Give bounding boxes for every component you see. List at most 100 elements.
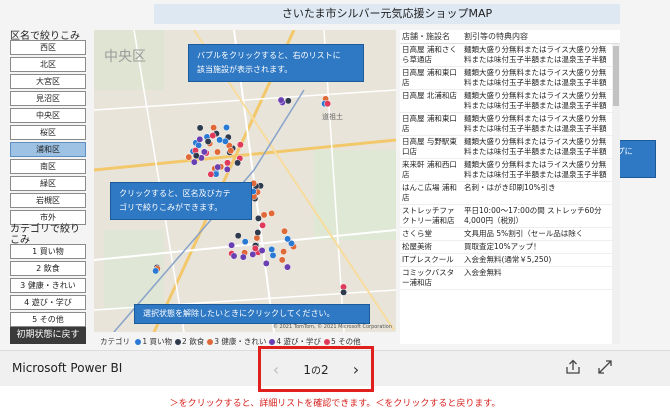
map-bubble[interactable] <box>234 232 242 240</box>
shop-name-cell[interactable]: さくら堂 <box>400 228 462 240</box>
map-bubble[interactable] <box>277 96 285 104</box>
map-bubble[interactable] <box>241 238 249 246</box>
previous-page-button[interactable]: ‹ <box>268 360 284 379</box>
map-bubble[interactable] <box>190 158 198 166</box>
map-bubble[interactable] <box>269 251 277 259</box>
map-bubble[interactable] <box>192 152 200 160</box>
category-button[interactable]: 2 飲食 <box>10 261 86 276</box>
shop-name-cell[interactable]: 日高屋 浦和さくら草通店 <box>400 44 462 66</box>
legend-item[interactable]: 5 その他 <box>331 337 361 346</box>
map-bubble[interactable] <box>230 252 238 260</box>
map-bubble[interactable] <box>200 148 208 156</box>
map-bubble[interactable] <box>209 132 217 140</box>
table-row[interactable]: ストレッチファクトリー浦和店 平日10:00～17:00の間 ストレッチ60分4,… <box>400 205 620 228</box>
shop-name-cell[interactable]: 日高屋 北浦和店 <box>400 90 462 112</box>
category-button[interactable]: 1 買い物 <box>10 244 86 259</box>
map-bubble[interactable] <box>223 124 230 131</box>
map-bubble[interactable] <box>221 137 229 145</box>
table-row[interactable]: コミックバスター浦和店 入会金無料 <box>400 267 620 290</box>
shop-name-cell[interactable]: ストレッチファクトリー浦和店 <box>400 205 462 227</box>
map-bubble[interactable] <box>236 141 244 149</box>
shop-name-cell[interactable]: ITプレスクール <box>400 254 462 266</box>
map-bubble[interactable] <box>207 170 215 178</box>
table-row[interactable]: 来来軒 浦和西口店 麺類大盛り分無料またはライス大盛り分無料または味付玉子半額また… <box>400 159 620 182</box>
scrollbar-thumb[interactable] <box>613 46 619 106</box>
map-bubble[interactable] <box>249 250 257 258</box>
table-row[interactable]: 日高屋 北浦和店 麺類大盛り分無料またはライス大盛り分無料または味付玉子半額または… <box>400 90 620 113</box>
reset-button[interactable]: 初期状態に戻す <box>10 327 86 344</box>
legend-item[interactable]: 4 遊び・学び <box>276 337 321 346</box>
ward-button[interactable]: 中央区 <box>10 108 86 123</box>
legend-item[interactable]: 1 買い物 <box>142 337 172 346</box>
table-row[interactable]: 松屋美術 買取査定10%アップ！ <box>400 241 620 254</box>
map-bubble[interactable] <box>216 136 224 144</box>
ward-button[interactable]: 桜区 <box>10 125 86 140</box>
map-bubble[interactable] <box>214 148 221 156</box>
ward-button[interactable]: 見沼区 <box>10 91 86 106</box>
map-bubble[interactable] <box>224 159 231 167</box>
shop-name-cell[interactable]: 日高屋 与野駅東口店 <box>400 136 462 158</box>
table-row[interactable]: 日高屋 与野駅東口店 麺類大盛り分無料またはライス大盛り分無料または味付玉子半額ま… <box>400 136 620 159</box>
shop-name-cell[interactable]: 日高屋 浦和東口店 <box>400 113 462 135</box>
column-header-benefit[interactable]: 割引等の特典内容 <box>462 30 610 43</box>
table-scrollbar[interactable] <box>612 44 620 344</box>
map-bubble[interactable] <box>268 245 276 253</box>
legend-item[interactable]: 2 飲食 <box>182 337 204 346</box>
map-bubble[interactable] <box>284 235 292 243</box>
table-row[interactable]: 日高屋 浦和さくら草通店 麺類大盛り分無料またはライス大盛り分無料または味付玉子半… <box>400 44 620 67</box>
powerbi-brand[interactable]: Microsoft Power BI <box>12 361 122 375</box>
map-bubble[interactable] <box>278 256 286 264</box>
shop-name-cell[interactable]: 松屋美術 <box>400 241 462 253</box>
map-bubble[interactable] <box>268 209 276 217</box>
map-bubble[interactable] <box>227 147 235 155</box>
map-bubble[interactable] <box>251 244 259 252</box>
table-row[interactable]: 日高屋 浦和東口店 麺類大盛り分無料またはライス大盛り分無料または味付玉子半額また… <box>400 67 620 90</box>
category-button[interactable]: 5 その他 <box>10 312 86 327</box>
category-button[interactable]: 4 遊び・学び <box>10 295 86 310</box>
table-row[interactable]: さくら堂 文具用品 5%割引（セール品は除く <box>400 228 620 241</box>
ward-button[interactable]: 岩槻区 <box>10 193 86 208</box>
map-bubble[interactable] <box>185 153 193 161</box>
map-bubble[interactable] <box>324 100 332 108</box>
table-row[interactable]: はんこ広場 浦和店 名刺・はがき印刷10%引き <box>400 182 620 205</box>
map-bubble[interactable] <box>284 263 291 271</box>
map-bubble[interactable] <box>254 229 262 236</box>
map-bubble[interactable] <box>280 248 288 256</box>
category-button[interactable]: 3 健康・きれい <box>10 278 86 293</box>
map-bubble[interactable] <box>254 214 262 222</box>
map-bubble[interactable] <box>258 247 266 254</box>
map-bubble[interactable] <box>210 124 218 132</box>
map-bubble[interactable] <box>223 165 231 173</box>
shop-name-cell[interactable]: 日高屋 浦和東口店 <box>400 67 462 89</box>
map-bubble[interactable] <box>262 259 270 267</box>
map-bubble[interactable] <box>260 211 268 219</box>
table-row[interactable]: 日高屋 浦和東口店 麺類大盛り分無料またはライス大盛り分無料または味付玉子半額また… <box>400 113 620 136</box>
ward-button[interactable]: 緑区 <box>10 176 86 191</box>
map-bubble[interactable] <box>152 267 160 275</box>
map-bubble[interactable] <box>214 163 222 171</box>
map-bubble[interactable] <box>259 221 267 229</box>
next-page-button[interactable]: › <box>348 360 364 379</box>
shop-name-cell[interactable]: はんこ広場 浦和店 <box>400 182 462 204</box>
column-header-name[interactable]: 店舗・施設名 <box>400 30 462 43</box>
ward-button[interactable]: 大宮区 <box>10 74 86 89</box>
shop-name-cell[interactable]: コミックバスター浦和店 <box>400 267 462 289</box>
map-bubble[interactable] <box>228 241 236 249</box>
map-bubble[interactable] <box>234 159 242 167</box>
ward-button[interactable]: 浦和区 <box>10 142 86 157</box>
share-icon[interactable] <box>564 358 582 376</box>
table-row[interactable]: ITプレスクール 入会金無料(通常￥5,250) <box>400 254 620 267</box>
legend-item[interactable]: 3 健康・きれい <box>214 337 266 346</box>
map-bubble[interactable] <box>281 227 288 235</box>
map-bubble[interactable] <box>196 124 204 132</box>
map-bubble[interactable] <box>340 288 348 296</box>
shop-name-cell[interactable]: 来来軒 浦和西口店 <box>400 159 462 181</box>
expand-icon[interactable] <box>596 358 614 376</box>
map-bubble[interactable] <box>204 138 212 145</box>
map-bubble[interactable] <box>196 135 204 143</box>
ward-button[interactable]: 北区 <box>10 57 86 72</box>
ward-button[interactable]: 西区 <box>10 40 86 55</box>
map-bubble[interactable] <box>284 97 292 105</box>
map-bubble[interactable] <box>239 253 247 261</box>
ward-button[interactable]: 南区 <box>10 159 86 174</box>
